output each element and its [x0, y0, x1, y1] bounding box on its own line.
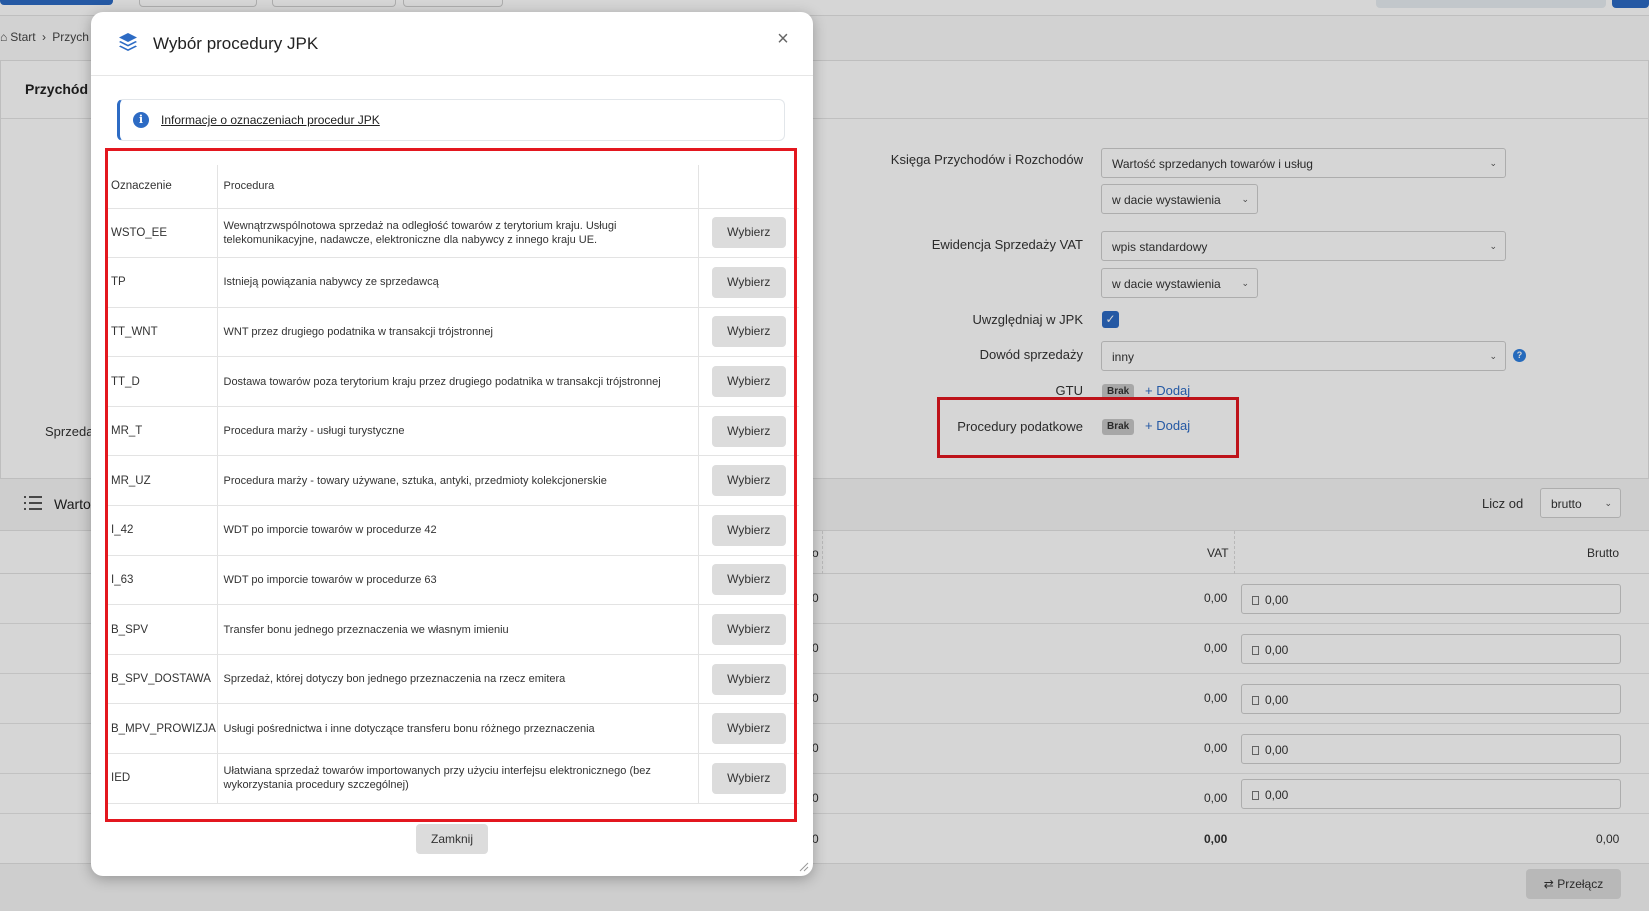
table-highlight: [105, 148, 797, 822]
modal-title: Wybór procedury JPK: [153, 34, 319, 53]
info-link[interactable]: Informacje o oznaczeniach procedur JPK: [161, 113, 380, 127]
modal-header: Wybór procedury JPK ×: [91, 12, 813, 76]
close-button[interactable]: Zamknij: [416, 824, 488, 854]
stack-icon: [119, 33, 137, 51]
info-icon: i: [133, 112, 149, 128]
resize-handle-icon[interactable]: [799, 862, 809, 872]
close-icon[interactable]: ×: [772, 28, 794, 50]
info-box: i Informacje o oznaczeniach procedur JPK: [117, 99, 785, 141]
jpk-procedure-modal: Wybór procedury JPK × i Informacje o ozn…: [91, 12, 813, 876]
